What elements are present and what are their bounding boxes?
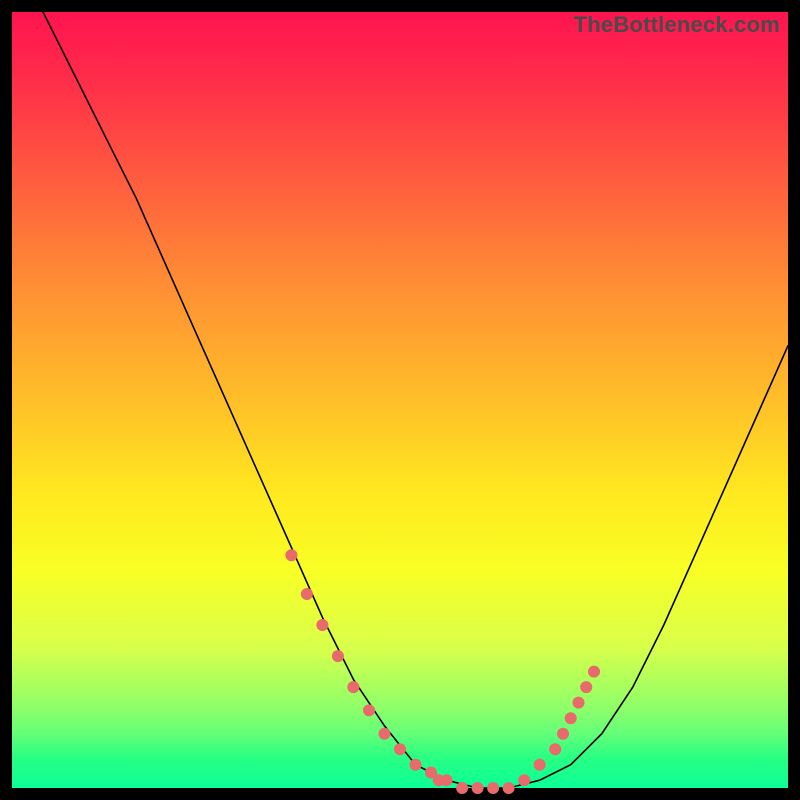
chart-container: TheBottleneck.com xyxy=(0,0,800,800)
marker-point xyxy=(316,619,328,631)
marker-point xyxy=(363,704,375,716)
marker-point xyxy=(472,782,484,794)
bottleneck-curve xyxy=(43,12,788,788)
marker-point xyxy=(347,681,359,693)
marker-point xyxy=(518,774,530,786)
marker-point xyxy=(379,728,391,740)
marker-point xyxy=(534,759,546,771)
marker-point xyxy=(285,549,297,561)
marker-point xyxy=(549,743,561,755)
marker-point xyxy=(301,588,313,600)
marker-point xyxy=(410,759,422,771)
plot-gradient-area: TheBottleneck.com xyxy=(12,12,788,788)
chart-svg xyxy=(12,12,788,788)
marker-point xyxy=(332,650,344,662)
marker-point xyxy=(588,666,600,678)
marker-point xyxy=(394,743,406,755)
marker-point xyxy=(487,782,499,794)
marker-point xyxy=(503,782,515,794)
marker-point xyxy=(456,782,468,794)
marker-point xyxy=(573,697,585,709)
marker-point xyxy=(580,681,592,693)
marker-point xyxy=(557,728,569,740)
marker-point xyxy=(565,712,577,724)
marker-point xyxy=(441,774,453,786)
highlight-markers xyxy=(285,549,600,794)
